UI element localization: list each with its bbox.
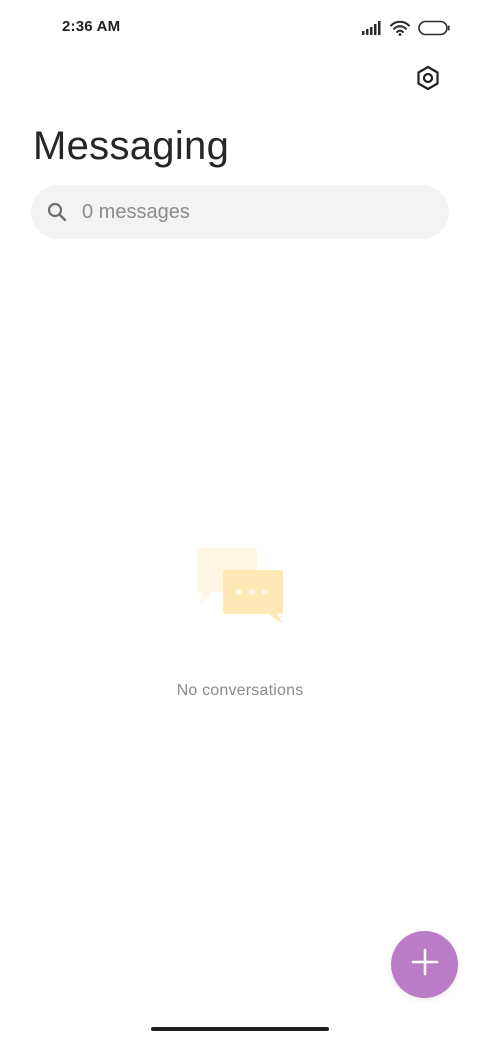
search-icon — [47, 202, 67, 222]
settings-button[interactable] — [408, 60, 448, 100]
empty-state-text: No conversations — [176, 682, 304, 699]
search-bar[interactable] — [31, 185, 449, 239]
status-icons — [362, 18, 450, 38]
status-bar: 2:36 AM — [0, 0, 480, 56]
search-input[interactable] — [82, 192, 422, 232]
page-title: Messaging — [33, 124, 230, 168]
chat-bubbles-icon — [195, 548, 287, 630]
empty-state-illustration — [195, 546, 287, 626]
settings-hexagon-icon — [415, 65, 441, 96]
plus-icon — [410, 947, 440, 982]
new-conversation-button[interactable] — [391, 931, 458, 998]
home-indicator[interactable] — [151, 1027, 329, 1031]
wifi-icon — [390, 20, 410, 36]
status-time: 2:36 AM — [62, 18, 121, 35]
signal-icon — [362, 21, 382, 35]
battery-icon — [418, 20, 450, 36]
